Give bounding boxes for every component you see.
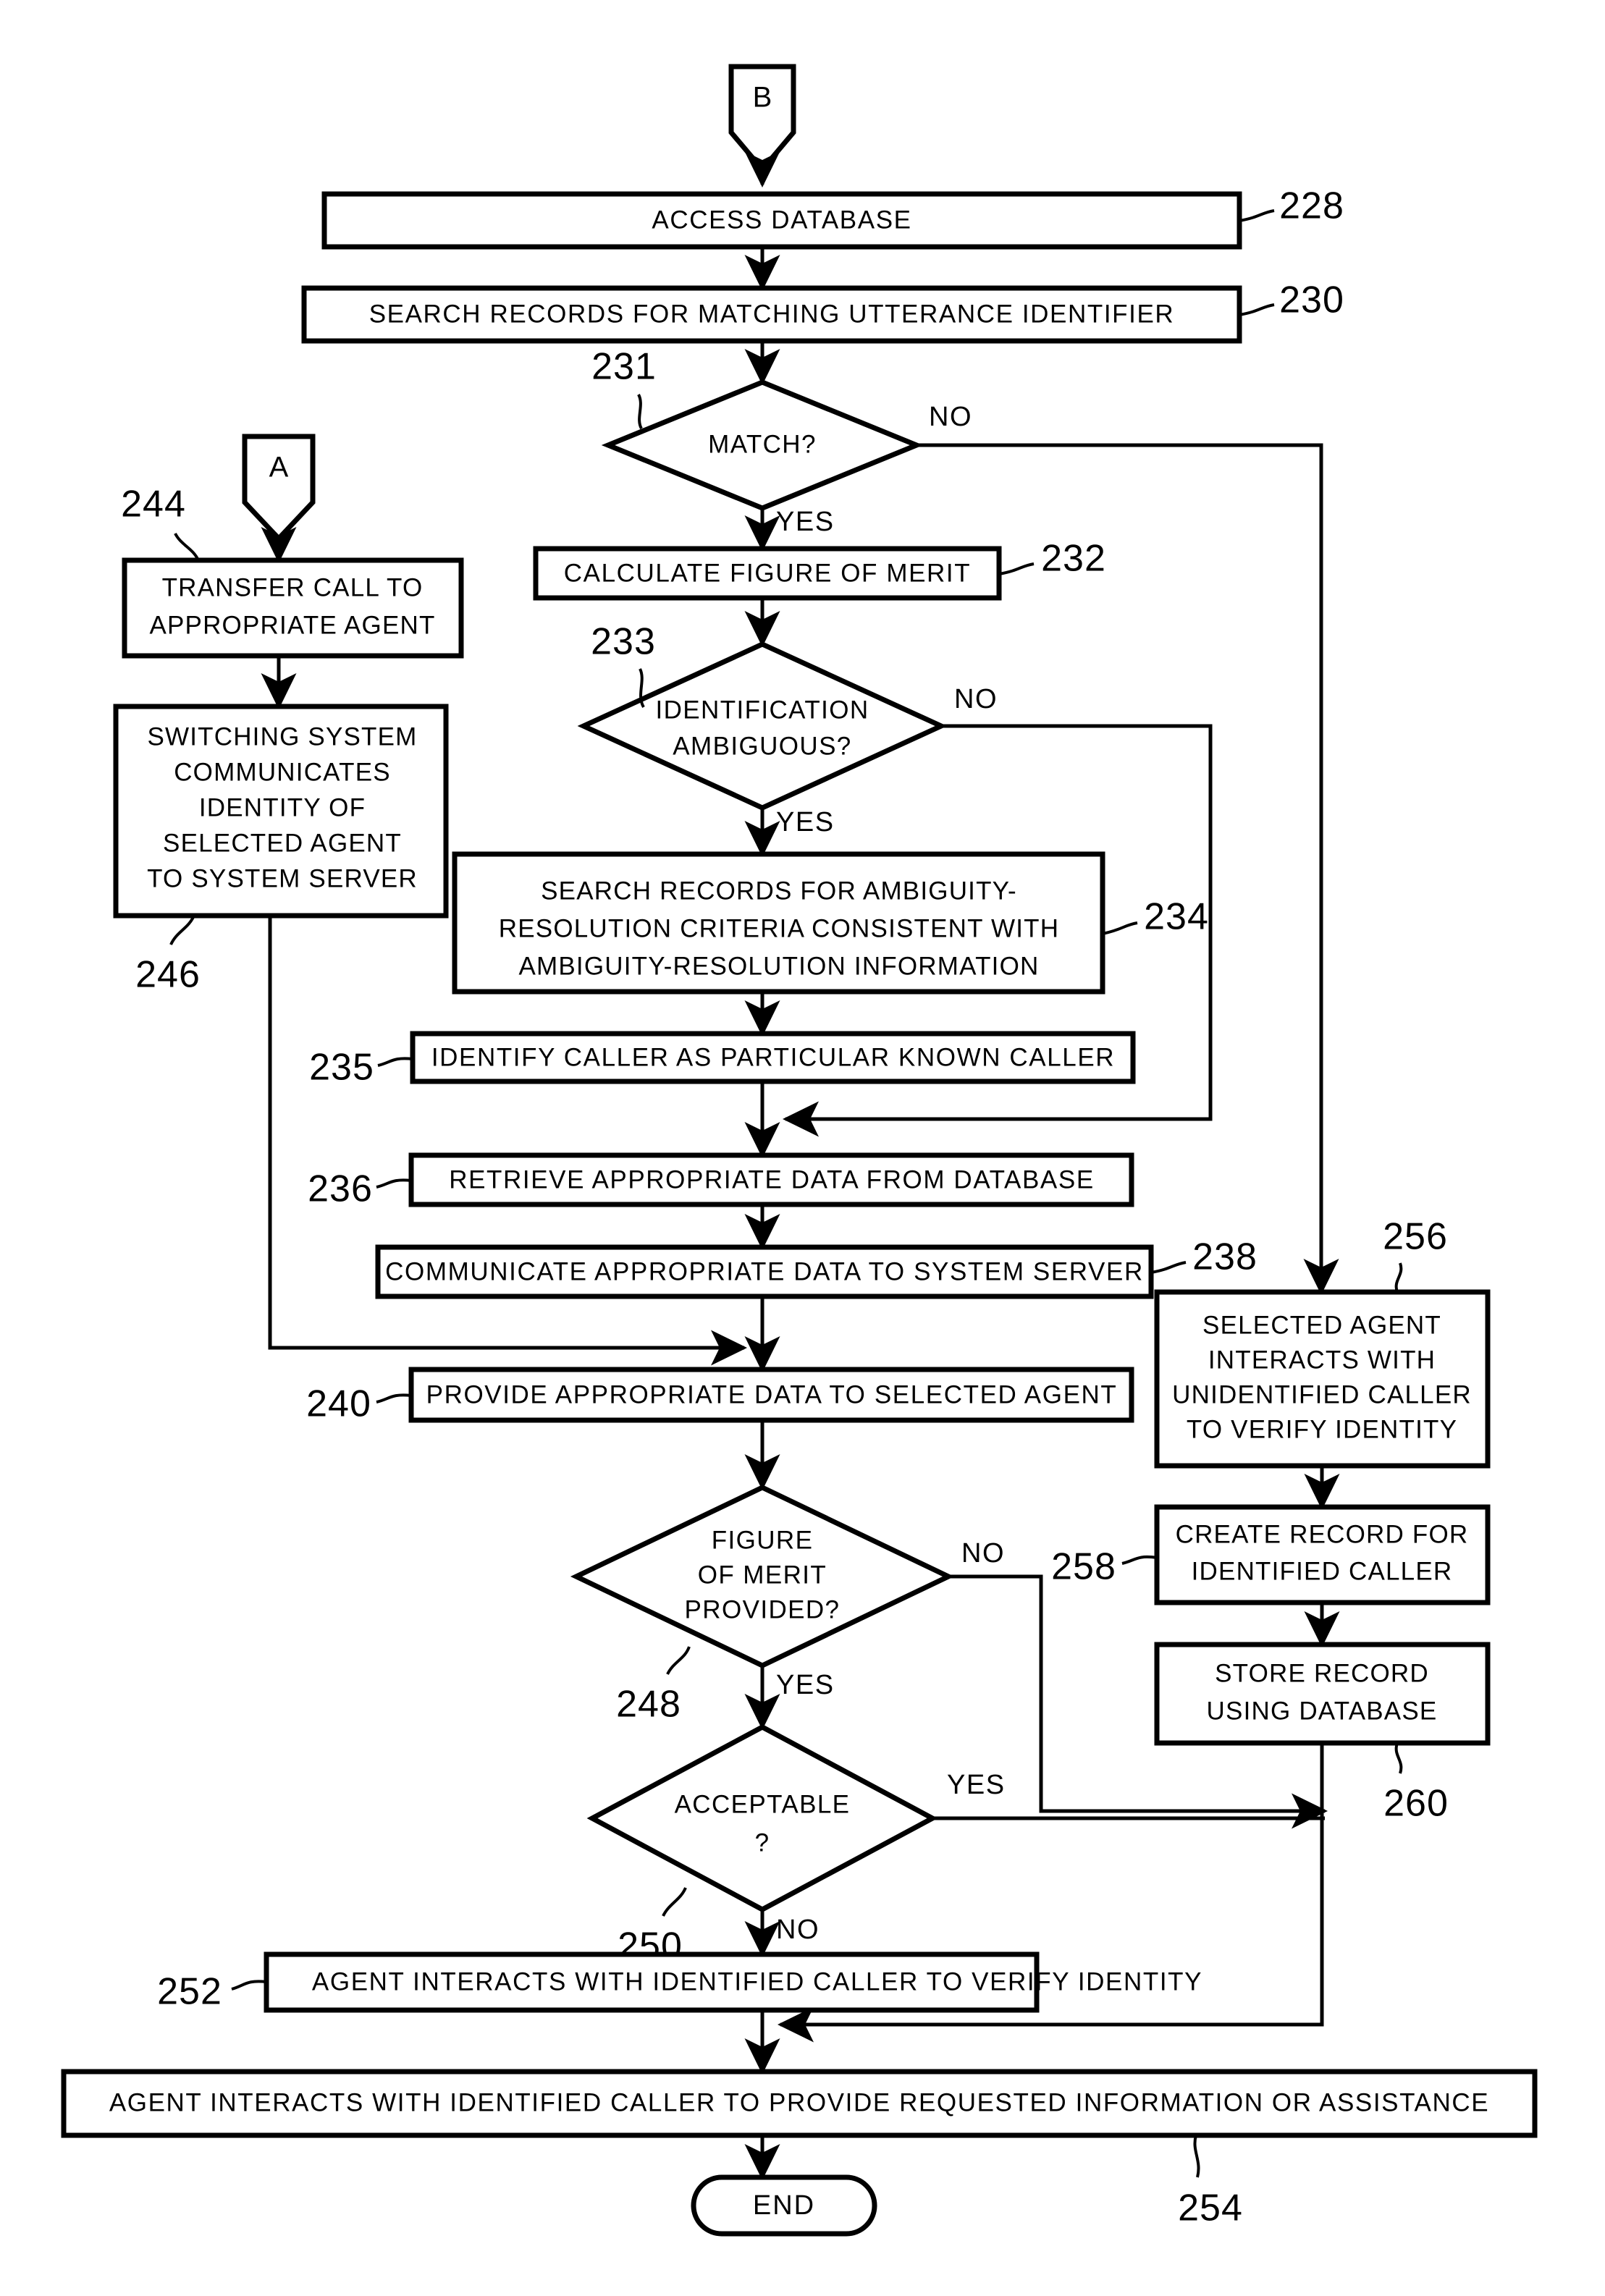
node-250-line-1: ? [755, 1828, 770, 1857]
edge-label-233-yes: YES [776, 807, 835, 837]
node-244-line-0: TRANSFER CALL TO [162, 573, 424, 602]
node-234-line-0: SEARCH RECORDS FOR AMBIGUITY- [541, 877, 1017, 905]
ref-234: 234 [1144, 896, 1209, 938]
ref-228: 228 [1279, 185, 1344, 227]
node-260-line-1: USING DATABASE [1207, 1697, 1438, 1725]
node-256-line-0: SELECTED AGENT [1202, 1311, 1441, 1339]
node-234-line-2: AMBIGUITY-RESOLUTION INFORMATION [518, 952, 1039, 980]
edge-label-250-no: NO [776, 1915, 820, 1945]
connector-b: B [728, 64, 796, 188]
node-252: AGENT INTERACTS WITH IDENTIFIED CALLER T… [157, 1951, 1202, 2013]
connector-b-label: B [753, 82, 772, 114]
patent-figure-page: B ACCESS DATABASE 228 SEARCH RECORDS FOR… [0, 0, 1605, 2296]
connector-a-label: A [269, 452, 289, 484]
ref-258: 258 [1051, 1546, 1116, 1588]
node-233: IDENTIFICATION AMBIGUOUS? 233 [577, 621, 948, 811]
ref-254: 254 [1178, 2187, 1243, 2229]
node-260-line-0: STORE RECORD [1215, 1659, 1429, 1687]
ref-248: 248 [616, 1684, 681, 1726]
ref-256: 256 [1383, 1216, 1448, 1258]
node-258: CREATE RECORD FOR IDENTIFIED CALLER 258 [1051, 1504, 1491, 1605]
node-248-line-2: PROVIDED? [685, 1595, 841, 1624]
node-235-line-0: IDENTIFY CALLER AS PARTICULAR KNOWN CALL… [431, 1043, 1115, 1071]
node-231: MATCH? 231 [591, 346, 924, 511]
node-230-line-0: SEARCH RECORDS FOR MATCHING UTTERANCE ID… [369, 300, 1175, 328]
edge-label-250-yes: YES [947, 1770, 1006, 1800]
ref-260: 260 [1383, 1783, 1449, 1825]
node-232-line-0: CALCULATE FIGURE OF MERIT [564, 559, 971, 587]
node-233-line-0: IDENTIFICATION [655, 696, 869, 724]
edge-label-233-no: NO [954, 684, 998, 714]
node-246: SWITCHING SYSTEM COMMUNICATES IDENTITY O… [113, 704, 449, 996]
node-258-line-0: CREATE RECORD FOR [1176, 1520, 1469, 1548]
node-231-line-0: MATCH? [708, 430, 817, 458]
edge-label-248-yes: YES [776, 1670, 835, 1700]
node-246-line-2: IDENTITY OF [199, 793, 366, 822]
node-246-line-0: SWITCHING SYSTEM [147, 722, 417, 751]
node-248-line-1: OF MERIT [698, 1561, 827, 1589]
node-248-line-0: FIGURE [712, 1526, 814, 1554]
node-258-line-1: IDENTIFIED CALLER [1192, 1557, 1453, 1585]
node-234-line-1: RESOLUTION CRITERIA CONSISTENT WITH [499, 914, 1059, 942]
node-256-line-1: INTERACTS WITH [1208, 1346, 1436, 1374]
edge-label-248-no: NO [961, 1538, 1005, 1569]
ref-246: 246 [135, 954, 201, 996]
node-252-line-0: AGENT INTERACTS WITH IDENTIFIED CALLER T… [312, 1967, 1202, 1996]
node-240-line-0: PROVIDE APPROPRIATE DATA TO SELECTED AGE… [426, 1380, 1118, 1409]
node-230: SEARCH RECORDS FOR MATCHING UTTERANCE ID… [301, 279, 1344, 344]
node-256-line-2: UNIDENTIFIED CALLER [1172, 1380, 1472, 1409]
node-233-line-1: AMBIGUOUS? [673, 732, 851, 760]
edge-label-231-yes: YES [776, 507, 835, 537]
node-246-line-4: TO SYSTEM SERVER [147, 864, 418, 892]
node-234: SEARCH RECORDS FOR AMBIGUITY- RESOLUTION… [452, 851, 1209, 995]
end-label: END [753, 2190, 815, 2221]
node-246-line-1: COMMUNICATES [174, 758, 391, 786]
node-236-line-0: RETRIEVE APPROPRIATE DATA FROM DATABASE [449, 1165, 1095, 1194]
node-end: END [691, 2174, 877, 2237]
ref-238: 238 [1192, 1236, 1258, 1278]
node-228: ACCESS DATABASE 228 [321, 185, 1344, 250]
node-244-line-1: APPROPRIATE AGENT [149, 611, 435, 639]
ref-230: 230 [1279, 279, 1344, 321]
node-256-line-3: TO VERIFY IDENTITY [1187, 1415, 1457, 1443]
node-254-line-0: AGENT INTERACTS WITH IDENTIFIED CALLER T… [109, 2088, 1489, 2116]
ref-244: 244 [121, 484, 186, 526]
ref-235: 235 [309, 1047, 374, 1089]
ref-232: 232 [1041, 538, 1106, 580]
node-238-line-0: COMMUNICATE APPROPRIATE DATA TO SYSTEM S… [385, 1257, 1144, 1286]
node-250-line-0: ACCEPTABLE [675, 1790, 851, 1818]
node-238: COMMUNICATE APPROPRIATE DATA TO SYSTEM S… [375, 1236, 1258, 1299]
node-236: RETRIEVE APPROPRIATE DATA FROM DATABASE … [308, 1152, 1134, 1210]
node-232: CALCULATE FIGURE OF MERIT 232 [533, 538, 1106, 601]
node-246-line-3: SELECTED AGENT [163, 829, 402, 857]
node-228-line-0: ACCESS DATABASE [652, 206, 911, 234]
connector-a: A [242, 434, 316, 564]
node-240: PROVIDE APPROPRIATE DATA TO SELECTED AGE… [306, 1367, 1134, 1425]
ref-240: 240 [306, 1383, 371, 1425]
node-235: IDENTIFY CALLER AS PARTICULAR KNOWN CALL… [309, 1031, 1136, 1089]
ref-233: 233 [591, 621, 656, 663]
ref-252: 252 [157, 1971, 222, 2013]
edge-label-231-no: NO [929, 402, 972, 432]
flowchart-svg: B ACCESS DATABASE 228 SEARCH RECORDS FOR… [61, 64, 1538, 2237]
ref-236: 236 [308, 1168, 373, 1210]
ref-231: 231 [591, 346, 657, 388]
